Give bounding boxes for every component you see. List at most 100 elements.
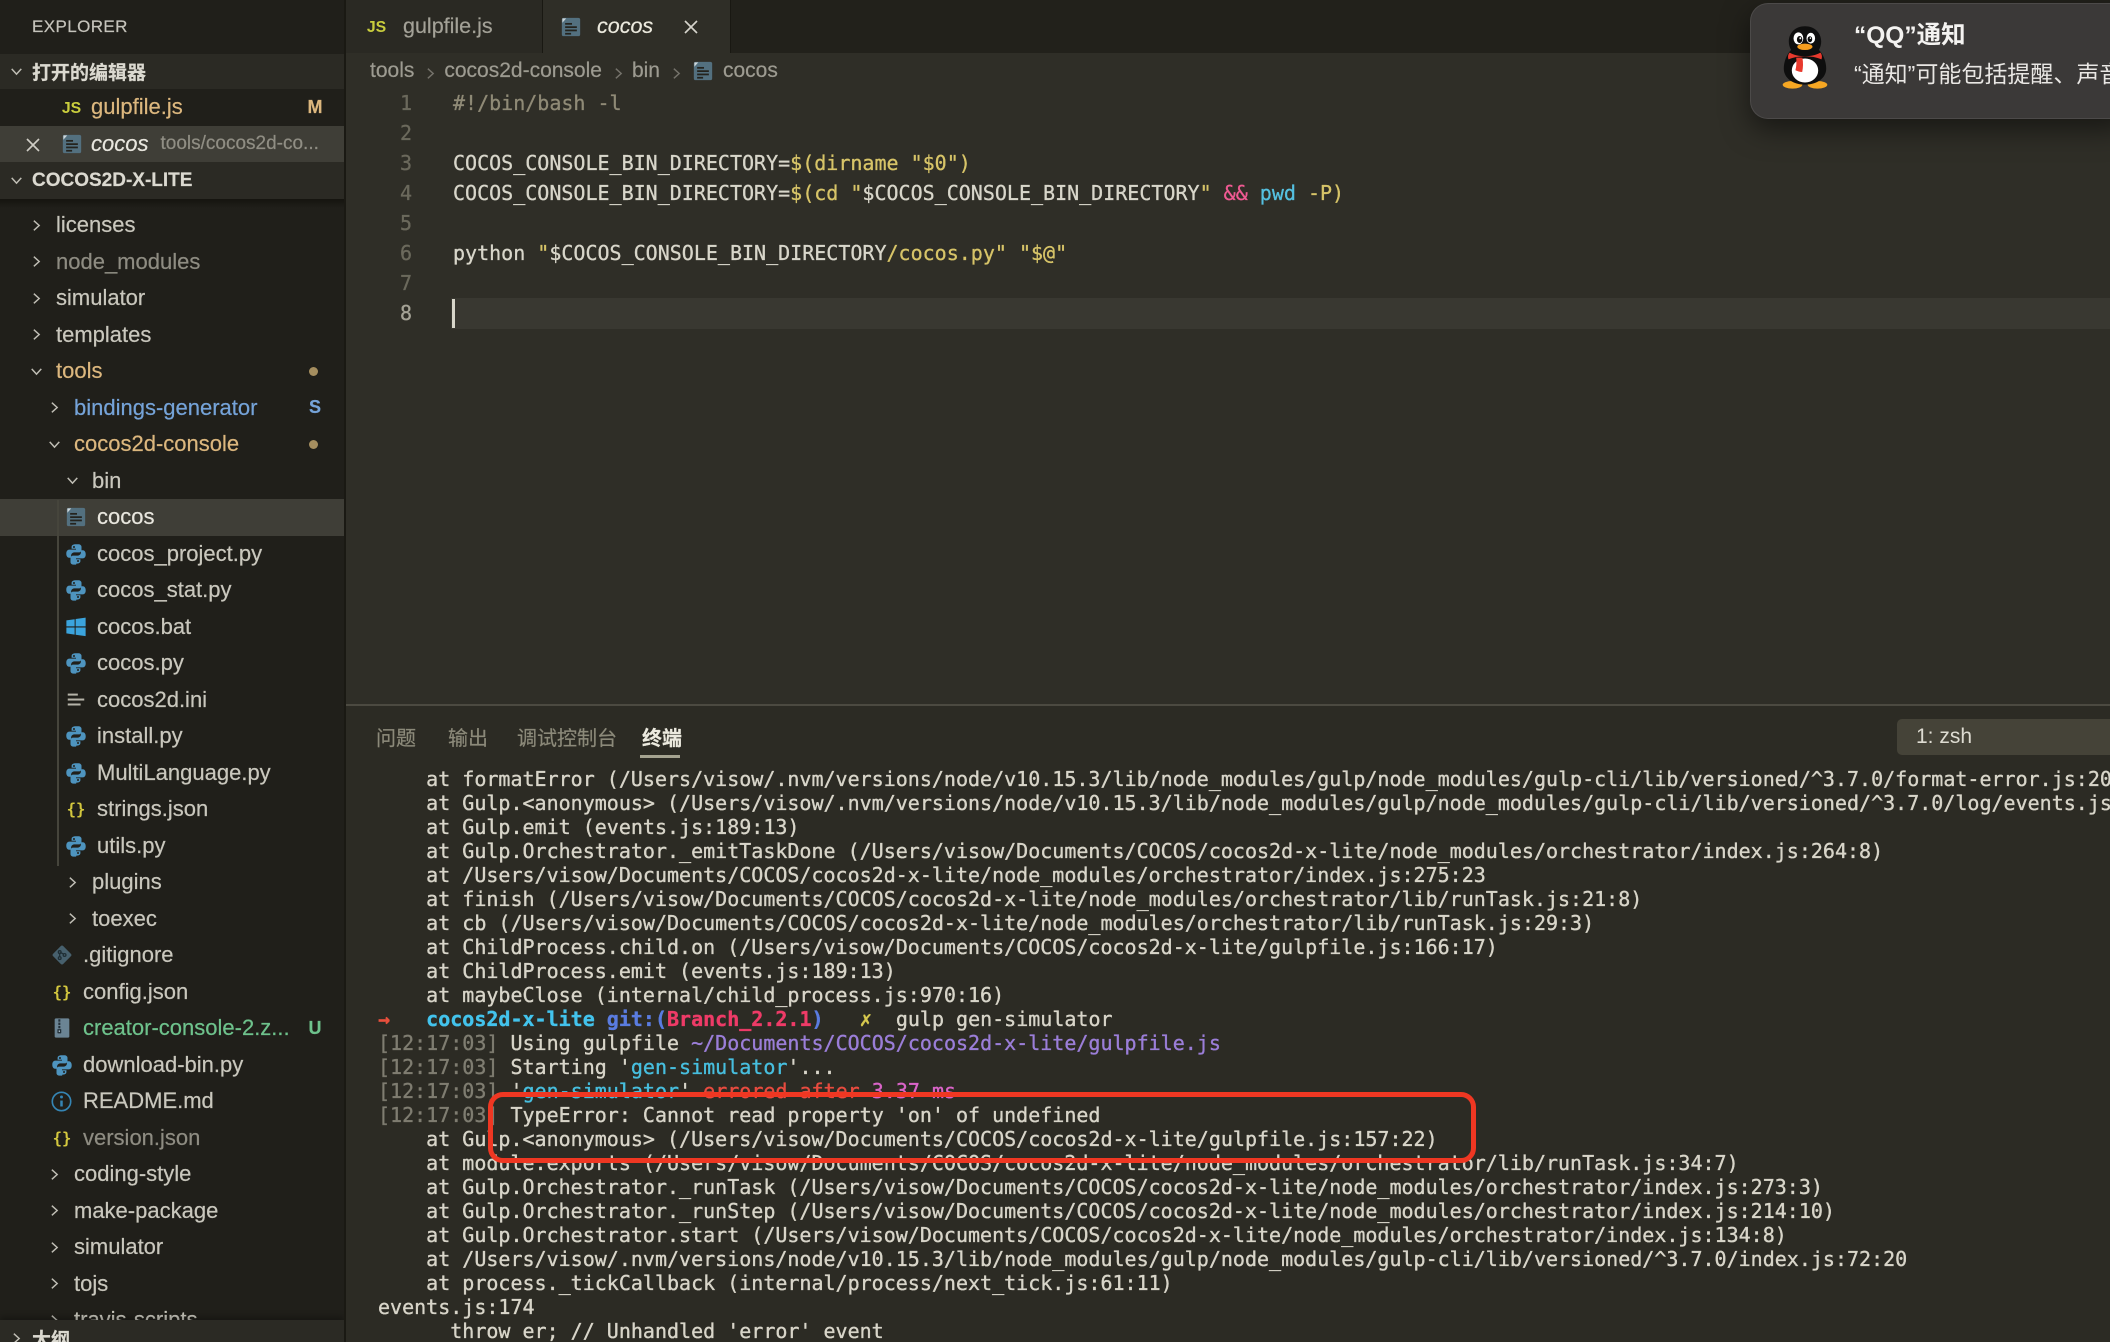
tree-item-label: strings.json — [97, 796, 209, 822]
js-icon: JS — [60, 96, 83, 119]
tree-item-simulator[interactable]: simulator — [0, 1229, 344, 1266]
tree-item-label: make-package — [74, 1197, 219, 1223]
tree-item-cocos.py[interactable]: cocos.py — [0, 645, 344, 682]
terminal-token: gulp gen-simulator — [871, 1007, 1113, 1031]
tree-item-utils.py[interactable]: utils.py — [0, 828, 344, 865]
terminal-line: at maybeClose (internal/child_process.js… — [378, 983, 2110, 1007]
tree-item-plugins[interactable]: plugins — [0, 864, 344, 901]
modified-dot-badge — [309, 440, 318, 449]
tab-label: gulpfile.js — [403, 14, 493, 38]
tree-item-label: simulator — [56, 285, 146, 311]
active-panel-tab-underline — [640, 755, 680, 758]
open-editor-item-gulpfile.js[interactable]: JS gulpfile.js M — [0, 89, 344, 126]
error-annotation-box — [488, 1092, 1476, 1163]
panel-tab-问题[interactable]: 问题 — [376, 722, 416, 751]
tree-item-creator-console-2.z...[interactable]: creator-console-2.z... U — [0, 1010, 344, 1047]
terminal-token: throw er; // Unhandled 'error' event — [378, 1319, 884, 1342]
tree-item-label: plugins — [92, 869, 162, 895]
notification-body: “通知”可能包括提醒、声音 — [1854, 61, 2110, 87]
tree-item-tojs[interactable]: tojs — [0, 1266, 344, 1303]
close-editor-icon[interactable] — [21, 133, 45, 157]
tree-item-node_modules[interactable]: node_modules — [0, 244, 344, 281]
tree-item-config.json[interactable]: {} config.json — [0, 974, 344, 1011]
tree-item-bindings-generator[interactable]: bindings-generator S — [0, 390, 344, 427]
open-editor-item-cocos[interactable]: cocos tools/cocos2d-co... — [0, 125, 344, 162]
terminal-token: at ChildProcess.child.on (/Users/visow/D… — [378, 935, 1498, 959]
terminal-token: '... — [787, 1055, 836, 1079]
tree-item-version.json[interactable]: {} version.json — [0, 1120, 344, 1157]
svg-text:{}: {} — [52, 1129, 71, 1147]
open-editor-label: gulpfile.js — [91, 94, 183, 120]
code-token: #!/bin/bash -l — [453, 91, 622, 115]
breadcrumb-item-cocos2d-console[interactable]: cocos2d-console — [444, 58, 602, 83]
panel-tab-终端[interactable]: 终端 — [642, 722, 682, 751]
tree-item-templates[interactable]: templates — [0, 317, 344, 354]
terminal-token: at Gulp.Orchestrator._runStep (/Users/vi… — [378, 1199, 1835, 1223]
tree-item-label: cocos2d.ini — [97, 686, 208, 712]
code-editor[interactable]: 1 #!/bin/bash -l 2 3 COCOS_CONSOLE_BIN_DIREC… — [344, 88, 2110, 705]
tree-item-MultiLanguage.py[interactable]: MultiLanguage.py — [0, 755, 344, 792]
panel-tab-调试控制台[interactable]: 调试控制台 — [517, 722, 617, 751]
tree-item-download-bin.py[interactable]: download-bin.py — [0, 1047, 344, 1084]
explorer-sidebar: EXPLORER 打开的编辑器 JS gulpfile.js Mcocos tools… — [0, 0, 344, 1342]
tree-item-install.py[interactable]: install.py — [0, 718, 344, 755]
tree-item-label: simulator — [74, 1234, 164, 1260]
tree-item-strings.json[interactable]: {} strings.json — [0, 791, 344, 828]
section-outline[interactable]: 大纲 — [0, 1320, 344, 1342]
panel-tab-输出[interactable]: 输出 — [448, 722, 488, 751]
terminal-token: at Gulp.emit (events.js:189:13) — [378, 815, 800, 839]
tree-item-cocos_project.py[interactable]: cocos_project.py — [0, 536, 344, 573]
tree-item-cocos2d-console[interactable]: cocos2d-console — [0, 426, 344, 463]
line-number: 8 — [399, 301, 412, 325]
terminal-output[interactable]: at formatError (/Users/visow/.nvm/versio… — [378, 767, 2110, 1342]
line-number: 1 — [399, 91, 412, 115]
tree-item-tools[interactable]: tools — [0, 353, 344, 390]
terminal-token: [12:17:03] — [378, 1079, 499, 1103]
sidebar-title: EXPLORER — [32, 17, 128, 36]
breadcrumb-item-cocos[interactable]: cocos — [723, 58, 778, 83]
bottom-panel: 问题 输出 调试控制台 终端 1: zsh at formatError (/User… — [344, 704, 2110, 1342]
tree-item-label: licenses — [56, 212, 136, 238]
git-icon — [50, 944, 73, 967]
file-icon — [692, 59, 715, 82]
tree-item-coding-style[interactable]: coding-style — [0, 1156, 344, 1193]
terminal-token: at maybeClose (internal/child_process.js… — [378, 983, 1005, 1007]
close-tab-icon[interactable] — [679, 15, 703, 39]
tab-gulpfile.js[interactable]: JS gulpfile.js — [344, 0, 543, 53]
tree-item-label: .gitignore — [83, 942, 174, 968]
breadcrumb-item-bin[interactable]: bin — [632, 58, 660, 83]
tree-item-licenses[interactable]: licenses — [0, 207, 344, 244]
tree-item-cocos[interactable]: cocos — [0, 499, 344, 536]
terminal-picker[interactable]: 1: zsh — [1897, 719, 2110, 755]
qq-notification[interactable]: “QQ”通知 “通知”可能包括提醒、声音 — [1750, 3, 2110, 119]
chevron-right-icon — [28, 253, 45, 270]
section-open-editors[interactable]: 打开的编辑器 — [0, 54, 344, 89]
section-root-folder[interactable]: COCOS2D-X-LITE — [0, 162, 344, 199]
tree-item-toexec[interactable]: toexec — [0, 901, 344, 938]
git-status-badge: S — [308, 397, 321, 418]
tree-item-label: cocos2d-console — [74, 431, 240, 457]
tree-item-README.md[interactable]: README.md — [0, 1083, 344, 1120]
chevron-right-icon — [64, 874, 81, 891]
tree-item-.gitignore[interactable]: .gitignore — [0, 937, 344, 974]
tab-cocos[interactable]: cocos — [543, 0, 731, 53]
tab-label: cocos — [597, 14, 654, 38]
tree-item-cocos.bat[interactable]: cocos.bat — [0, 609, 344, 646]
terminal-line: at Gulp.Orchestrator._runTask (/Users/vi… — [378, 1175, 2110, 1199]
code-line-3: 3 COCOS_CONSOLE_BIN_DIRECTORY=$(dirname "… — [344, 148, 2110, 178]
tree-item-make-package[interactable]: make-package — [0, 1193, 344, 1230]
tree-item-label: cocos — [97, 504, 155, 530]
tree-item-cocos2d.ini[interactable]: cocos2d.ini — [0, 682, 344, 719]
breadcrumb-item-tools[interactable]: tools — [370, 58, 415, 83]
terminal-line: at ChildProcess.child.on (/Users/visow/D… — [378, 935, 2110, 959]
terminal-token: at /Users/visow/.nvm/versions/node/v10.1… — [378, 1247, 1908, 1271]
terminal-line: at Gulp.emit (events.js:189:13) — [378, 815, 2110, 839]
terminal-token: at finish (/Users/visow/Documents/COCOS/… — [378, 887, 1643, 911]
tree-item-cocos_stat.py[interactable]: cocos_stat.py — [0, 572, 344, 609]
svg-text:{}: {} — [52, 983, 71, 1001]
file-icon — [60, 132, 83, 155]
tree-item-simulator[interactable]: simulator — [0, 280, 344, 317]
tree-item-bin[interactable]: bin — [0, 463, 344, 500]
code-token: $COCOS_CONSOLE_BIN_DIRECTORY — [549, 241, 887, 265]
tree-item-label: tools — [56, 358, 103, 384]
